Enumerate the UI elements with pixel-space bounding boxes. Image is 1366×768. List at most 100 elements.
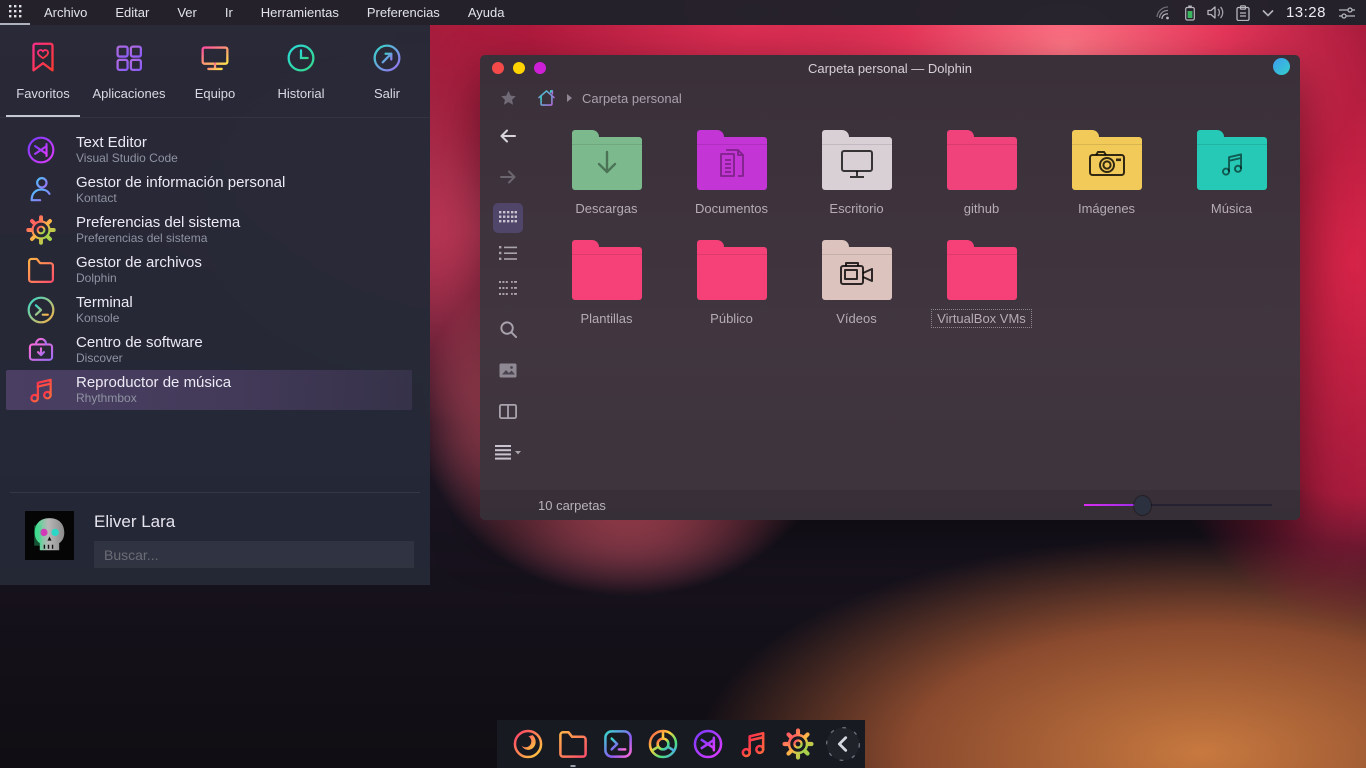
app-item-konsole[interactable]: Terminal Konsole: [0, 290, 430, 330]
menu-archivo[interactable]: Archivo: [30, 0, 101, 25]
folder-videos[interactable]: Vídeos: [794, 235, 919, 345]
expand-chevron-icon[interactable]: [1262, 9, 1274, 17]
folder-label: Público: [704, 309, 759, 328]
arrow-right-icon: [498, 167, 518, 187]
monitor-glyph: [839, 148, 875, 180]
folder-grid: Descargas Documentos: [536, 115, 1300, 490]
zoom-slider[interactable]: [1084, 495, 1272, 515]
dock: [497, 720, 865, 768]
panel-settings-icon[interactable]: [1338, 6, 1356, 20]
window-menu-button[interactable]: [1273, 58, 1290, 75]
menu-ir[interactable]: Ir: [211, 0, 247, 25]
dock-music-player[interactable]: [730, 720, 775, 768]
breadcrumb[interactable]: Carpeta personal: [536, 88, 682, 108]
folder-documentos[interactable]: Documentos: [669, 125, 794, 235]
dock-chromium[interactable]: [640, 720, 685, 768]
dock-vscode[interactable]: [685, 720, 730, 768]
app-item-rhythmbox[interactable]: Reproductor de música Rhythmbox: [6, 370, 412, 410]
minimize-button[interactable]: [513, 62, 525, 74]
logout-icon: [368, 39, 406, 77]
menu-editar[interactable]: Editar: [101, 0, 163, 25]
menu-ver[interactable]: Ver: [163, 0, 211, 25]
user-area: Eliver Lara: [25, 511, 410, 568]
titlebar[interactable]: Carpeta personal — Dolphin: [480, 55, 1300, 81]
dock-firefox[interactable]: [505, 720, 550, 768]
folder-imagenes[interactable]: Imágenes: [1044, 125, 1169, 235]
app-subtitle: Preferencias del sistema: [76, 232, 240, 246]
forward-button[interactable]: [493, 162, 523, 192]
clock[interactable]: 13:28: [1286, 4, 1326, 21]
dock-terminal[interactable]: [595, 720, 640, 768]
battery-icon[interactable]: [1185, 5, 1195, 21]
search-button[interactable]: [493, 314, 523, 344]
folder-plantillas[interactable]: Plantillas: [544, 235, 669, 345]
folder-escritorio[interactable]: Escritorio: [794, 125, 919, 235]
software-bag-icon: [24, 333, 58, 367]
status-bar: 10 carpetas: [480, 490, 1300, 520]
menu-herramientas[interactable]: Herramientas: [247, 0, 353, 25]
hamburger-menu-icon: [495, 444, 521, 460]
folder-descargas[interactable]: Descargas: [544, 125, 669, 235]
dock-collapse[interactable]: [820, 720, 865, 768]
folder-label: Descargas: [569, 199, 643, 218]
music-note-icon: [24, 373, 58, 407]
clipboard-icon[interactable]: [1236, 5, 1250, 21]
tab-favoritos[interactable]: Favoritos: [0, 39, 86, 117]
app-subtitle: Rhythmbox: [76, 392, 231, 406]
location-toolbar: Carpeta personal: [480, 81, 1300, 115]
status-text: 10 carpetas: [538, 498, 606, 513]
dock-file-manager[interactable]: [550, 720, 595, 768]
dolphin-window: Carpeta personal — Dolphin Carpeta p: [480, 55, 1300, 520]
hamburger-menu-button[interactable]: [493, 437, 523, 467]
user-name: Eliver Lara: [94, 512, 414, 532]
menu-ayuda[interactable]: Ayuda: [454, 0, 519, 25]
close-button[interactable]: [492, 62, 504, 74]
tab-historial[interactable]: Historial: [258, 39, 344, 117]
app-item-discover[interactable]: Centro de software Discover: [0, 330, 430, 370]
app-item-preferencias[interactable]: Preferencias del sistema Preferencias de…: [0, 210, 430, 250]
icons-view-button[interactable]: [493, 203, 523, 233]
maximize-button[interactable]: [534, 62, 546, 74]
preview-button[interactable]: [493, 355, 523, 385]
network-icon[interactable]: [1156, 5, 1173, 20]
arrow-left-icon: [498, 126, 518, 146]
compact-view-button[interactable]: [493, 273, 523, 303]
icons-view-icon: [499, 209, 517, 227]
menu-preferencias[interactable]: Preferencias: [353, 0, 454, 25]
gear-icon: [24, 213, 58, 247]
back-button[interactable]: [493, 121, 523, 151]
tab-aplicaciones[interactable]: Aplicaciones: [86, 39, 172, 117]
app-item-dolphin[interactable]: Gestor de archivos Dolphin: [0, 250, 430, 290]
tab-salir[interactable]: Salir: [344, 39, 430, 117]
chromium-icon: [645, 726, 681, 762]
app-title: Reproductor de música: [76, 374, 231, 391]
app-item-kontact[interactable]: Gestor de información personal Kontact: [0, 170, 430, 210]
application-launcher: Favoritos Aplicaciones E: [0, 25, 430, 585]
slider-handle[interactable]: [1134, 496, 1151, 515]
avatar[interactable]: [25, 511, 74, 560]
folder-label: Imágenes: [1072, 199, 1141, 218]
app-subtitle: Dolphin: [76, 272, 202, 286]
compact-view-icon: [499, 280, 517, 296]
list-view-button[interactable]: [493, 238, 523, 268]
folder-github[interactable]: github: [919, 125, 1044, 235]
folder-icon: [555, 726, 591, 762]
folder-musica[interactable]: Música: [1169, 125, 1294, 235]
bookmark-star-button[interactable]: [480, 90, 536, 107]
app-launcher-button[interactable]: [0, 0, 30, 25]
app-subtitle: Discover: [76, 352, 203, 366]
folder-publico[interactable]: Público: [669, 235, 794, 345]
search-input[interactable]: [94, 541, 414, 568]
folder-label: Música: [1205, 199, 1258, 218]
tab-equipo[interactable]: Equipo: [172, 39, 258, 117]
tab-label: Salir: [374, 86, 400, 101]
side-toolbar: [480, 115, 536, 490]
home-icon: [536, 88, 557, 108]
download-arrow-glyph: [590, 147, 624, 181]
volume-icon[interactable]: [1207, 5, 1224, 20]
star-icon: [500, 90, 517, 107]
dock-settings[interactable]: [775, 720, 820, 768]
folder-virtualbox-vms[interactable]: VirtualBox VMs: [919, 235, 1044, 345]
app-item-text-editor[interactable]: Text Editor Visual Studio Code: [0, 130, 430, 170]
split-view-button[interactable]: [493, 396, 523, 426]
